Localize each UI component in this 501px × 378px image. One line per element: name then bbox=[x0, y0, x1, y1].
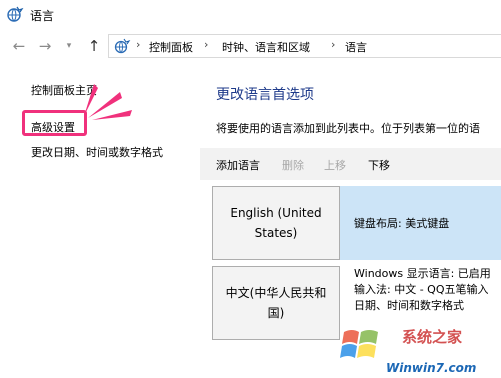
remove-button[interactable]: 删除 bbox=[282, 157, 304, 173]
forward-arrow-icon[interactable]: → bbox=[36, 37, 54, 55]
language-info: Windows 显示语言: 已启用 输入法: 中文 - QQ五笔输入 日期、时间… bbox=[354, 267, 491, 312]
language-info: 键盘布局: 美式键盘 bbox=[354, 217, 450, 230]
language-name-button[interactable]: 中文(中华人民共和国) bbox=[212, 266, 340, 340]
change-date-time-format-link[interactable]: 更改日期、时间或数字格式 bbox=[31, 144, 163, 160]
language-toolbar: 添加语言 删除 上移 下移 bbox=[200, 148, 501, 180]
language-globe-icon bbox=[7, 6, 24, 22]
language-name-button[interactable]: English (United States) bbox=[212, 186, 340, 260]
control-panel-icon bbox=[114, 38, 131, 54]
breadcrumb-control-panel[interactable]: 控制面板 bbox=[149, 39, 193, 55]
breadcrumb-language[interactable]: 语言 bbox=[345, 39, 367, 55]
annotation-arrow-icon bbox=[84, 84, 132, 120]
page-title: 更改语言首选项 bbox=[216, 87, 314, 103]
breadcrumb-clock-language-region[interactable]: 时钟、语言和区域 bbox=[222, 39, 310, 55]
chevron-down-icon[interactable]: ▾ bbox=[60, 37, 78, 55]
move-up-button[interactable]: 上移 bbox=[324, 157, 346, 173]
left-navigation-pane: 控制面板主页 高级设置 更改日期、时间或数字格式 bbox=[0, 62, 200, 378]
breadcrumb-separator: › bbox=[331, 38, 336, 51]
watermark-text: 系统之家 bbox=[402, 328, 463, 346]
language-name: 中文(中华人民共和国) bbox=[225, 286, 327, 320]
navigation-bar: ← → ▾ ↑ › 控制面板 › 时钟、语言和区域 › 语言 bbox=[0, 30, 501, 62]
window-title: 语言 bbox=[30, 9, 55, 23]
watermark-logo: 系统之家 Winwin7.com bbox=[338, 318, 501, 378]
title-bar: 语言 bbox=[0, 0, 501, 30]
breadcrumb-separator: › bbox=[204, 38, 209, 51]
advanced-settings-link[interactable]: 高级设置 bbox=[31, 119, 75, 135]
language-list-item[interactable]: English (United States) 键盘布局: 美式键盘 bbox=[212, 186, 501, 260]
page-description: 将要使用的语言添加到此列表中。位于列表第一位的语 bbox=[216, 122, 480, 135]
address-bar[interactable]: › 控制面板 › 时钟、语言和区域 › 语言 bbox=[108, 34, 501, 58]
language-name: English (United States) bbox=[230, 206, 322, 240]
breadcrumb-separator: › bbox=[136, 38, 141, 51]
windows-logo-icon bbox=[340, 330, 378, 358]
add-language-button[interactable]: 添加语言 bbox=[216, 157, 260, 173]
watermark-url: Winwin7.com bbox=[386, 361, 477, 375]
up-arrow-icon[interactable]: ↑ bbox=[85, 37, 103, 55]
move-down-button[interactable]: 下移 bbox=[368, 157, 390, 173]
back-arrow-icon[interactable]: ← bbox=[10, 37, 28, 55]
